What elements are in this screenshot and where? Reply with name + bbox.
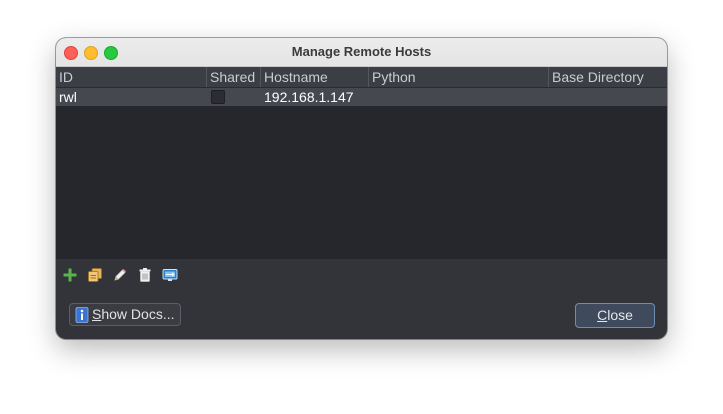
hosts-table[interactable]: ID Shared Hostname Python Base Directory… xyxy=(56,67,667,259)
show-docs-button[interactable]: Show Docs... xyxy=(69,303,181,326)
edit-icon[interactable] xyxy=(112,267,128,283)
monitor-icon[interactable] xyxy=(162,267,178,283)
delete-icon[interactable] xyxy=(137,267,153,283)
info-book-icon xyxy=(75,307,89,323)
table-toolbar xyxy=(56,260,667,290)
title-bar: Manage Remote Hosts xyxy=(56,38,667,67)
manage-remote-hosts-dialog: Manage Remote Hosts ID Shared Hostname P… xyxy=(56,38,667,339)
table-header: ID Shared Hostname Python Base Directory xyxy=(56,67,667,88)
column-header-shared[interactable]: Shared xyxy=(207,67,261,87)
cell-hostname: 192.168.1.147 xyxy=(264,89,354,105)
table-row[interactable]: rwl 192.168.1.147 xyxy=(56,88,667,106)
close-label: Close xyxy=(597,307,633,323)
column-header-hostname[interactable]: Hostname xyxy=(261,67,369,87)
duplicate-icon[interactable] xyxy=(87,267,103,283)
column-header-python[interactable]: Python xyxy=(369,67,549,87)
column-header-id[interactable]: ID xyxy=(56,67,207,87)
cell-id: rwl xyxy=(59,89,77,105)
column-header-base-directory[interactable]: Base Directory xyxy=(549,67,667,87)
shared-checkbox[interactable] xyxy=(211,90,225,104)
show-docs-label: Show Docs... xyxy=(92,306,175,322)
add-icon[interactable] xyxy=(62,267,78,283)
cell-python xyxy=(369,88,549,106)
window-title: Manage Remote Hosts xyxy=(291,44,432,59)
close-button[interactable]: Close xyxy=(575,303,655,328)
cell-base-directory xyxy=(549,88,667,106)
